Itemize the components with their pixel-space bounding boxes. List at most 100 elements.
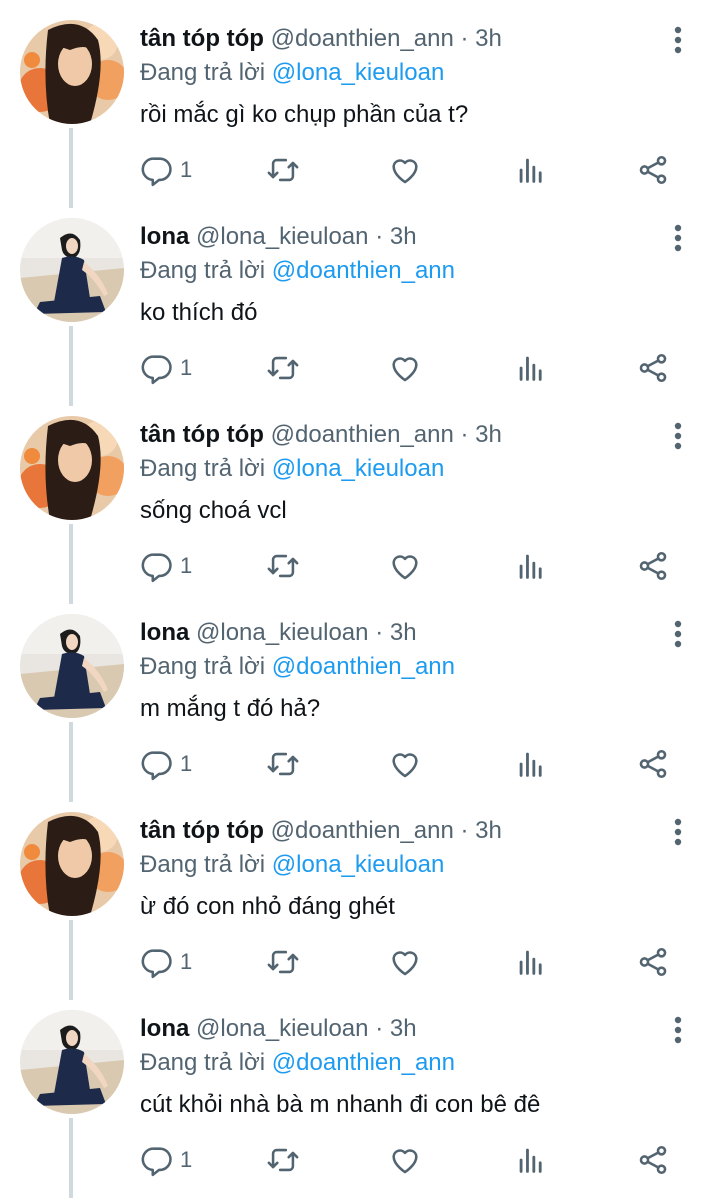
display-name[interactable]: lona [140, 223, 189, 250]
display-name[interactable]: tân tóp tóp [140, 421, 264, 448]
views-icon [519, 950, 542, 975]
like-button[interactable] [388, 150, 422, 190]
retweet-button[interactable] [266, 942, 300, 982]
timestamp[interactable]: 3h [390, 619, 417, 646]
more-options-button[interactable] [664, 1014, 692, 1046]
timestamp[interactable]: 3h [475, 817, 502, 844]
timestamp[interactable]: 3h [390, 223, 417, 250]
tweet-actions: 1 [140, 942, 700, 982]
user-handle[interactable]: @lona_kieuloan [196, 1015, 369, 1042]
tweet[interactable]: lona @lona_kieuloan · 3h Đang trả lời @d… [0, 990, 719, 1198]
like-button[interactable] [388, 546, 422, 586]
more-icon [674, 422, 682, 450]
tweet[interactable]: lona @lona_kieuloan · 3h Đang trả lời @d… [0, 198, 719, 406]
mention-link[interactable]: @lona_kieuloan [272, 455, 445, 482]
retweet-icon [267, 752, 299, 776]
user-handle[interactable]: @doanthien_ann [271, 421, 454, 448]
replying-to: Đang trả lời @doanthien_ann [140, 650, 455, 684]
share-button[interactable] [636, 150, 670, 190]
mention-link[interactable]: @lona_kieuloan [272, 59, 445, 86]
avatar[interactable] [20, 20, 124, 124]
views-icon [519, 356, 542, 381]
replying-prefix: Đang trả lời [140, 1049, 266, 1076]
views-button[interactable] [514, 744, 548, 784]
tweet-actions: 1 [140, 1140, 700, 1180]
reply-button[interactable]: 1 [140, 348, 192, 388]
reply-button[interactable]: 1 [140, 546, 192, 586]
tweet[interactable]: lona @lona_kieuloan · 3h Đang trả lời @d… [0, 594, 719, 802]
timestamp[interactable]: 3h [390, 1015, 417, 1042]
mention-link[interactable]: @doanthien_ann [272, 1049, 455, 1076]
reply-button[interactable]: 1 [140, 744, 192, 784]
avatar[interactable] [20, 1010, 124, 1114]
more-options-button[interactable] [664, 222, 692, 254]
retweet-button[interactable] [266, 348, 300, 388]
retweet-button[interactable] [266, 150, 300, 190]
timestamp[interactable]: 3h [475, 421, 502, 448]
tweet[interactable]: tân tóp tóp @doanthien_ann · 3h Đang trả… [0, 396, 719, 604]
retweet-icon [267, 1148, 299, 1172]
views-button[interactable] [514, 942, 548, 982]
more-options-button[interactable] [664, 618, 692, 650]
views-button[interactable] [514, 546, 548, 586]
user-handle[interactable]: @doanthien_ann [271, 25, 454, 52]
views-button[interactable] [514, 1140, 548, 1180]
replying-prefix: Đang trả lời [140, 653, 266, 680]
display-name[interactable]: tân tóp tóp [140, 817, 264, 844]
share-button[interactable] [636, 546, 670, 586]
retweet-icon [267, 554, 299, 578]
tweet[interactable]: tân tóp tóp @doanthien_ann · 3h Đang trả… [0, 792, 719, 1000]
display-name[interactable]: lona [140, 619, 189, 646]
thread-line [69, 128, 73, 208]
views-button[interactable] [514, 150, 548, 190]
more-options-button[interactable] [664, 816, 692, 848]
more-options-button[interactable] [664, 420, 692, 452]
reply-icon [141, 355, 172, 385]
like-icon [392, 159, 418, 184]
display-name[interactable]: lona [140, 1015, 189, 1042]
user-handle[interactable]: @doanthien_ann [271, 817, 454, 844]
reply-icon [141, 157, 172, 187]
mention-link[interactable]: @doanthien_ann [272, 257, 455, 284]
display-name[interactable]: tân tóp tóp [140, 25, 264, 52]
avatar[interactable] [20, 812, 124, 916]
avatar[interactable] [20, 614, 124, 718]
retweet-button[interactable] [266, 744, 300, 784]
user-handle[interactable]: @lona_kieuloan [196, 223, 369, 250]
share-button[interactable] [636, 942, 670, 982]
tweet[interactable]: tân tóp tóp @doanthien_ann · 3h Đang trả… [0, 0, 719, 208]
separator-dot: · [460, 25, 469, 52]
reply-count: 1 [180, 157, 193, 182]
share-button[interactable] [636, 744, 670, 784]
retweet-button[interactable] [266, 546, 300, 586]
user-handle[interactable]: @lona_kieuloan [196, 619, 369, 646]
timestamp[interactable]: 3h [475, 25, 502, 52]
like-button[interactable] [388, 1140, 422, 1180]
avatar-image [20, 20, 124, 124]
like-button[interactable] [388, 348, 422, 388]
replying-to: Đang trả lời @lona_kieuloan [140, 452, 444, 486]
reply-button[interactable]: 1 [140, 942, 192, 982]
mention-link[interactable]: @lona_kieuloan [272, 851, 445, 878]
like-button[interactable] [388, 942, 422, 982]
separator-dot: · [375, 619, 384, 646]
avatar[interactable] [20, 416, 124, 520]
mention-link[interactable]: @doanthien_ann [272, 653, 455, 680]
more-options-button[interactable] [664, 24, 692, 56]
like-button[interactable] [388, 744, 422, 784]
views-button[interactable] [514, 348, 548, 388]
retweet-button[interactable] [266, 1140, 300, 1180]
reply-button[interactable]: 1 [140, 1140, 192, 1180]
tweet-actions: 1 [140, 150, 700, 190]
reply-button[interactable]: 1 [140, 150, 192, 190]
like-icon [392, 555, 418, 580]
share-button[interactable] [636, 348, 670, 388]
share-icon [639, 551, 667, 581]
replying-to: Đang trả lời @lona_kieuloan [140, 848, 444, 882]
avatar[interactable] [20, 218, 124, 322]
share-button[interactable] [636, 1140, 670, 1180]
replying-to: Đang trả lời @lona_kieuloan [140, 56, 444, 90]
tweet-header: lona @lona_kieuloan · 3h [140, 1012, 417, 1046]
thread-line [69, 1118, 73, 1198]
tweet-text: ừ đó con nhỏ đáng ghét [140, 893, 395, 920]
